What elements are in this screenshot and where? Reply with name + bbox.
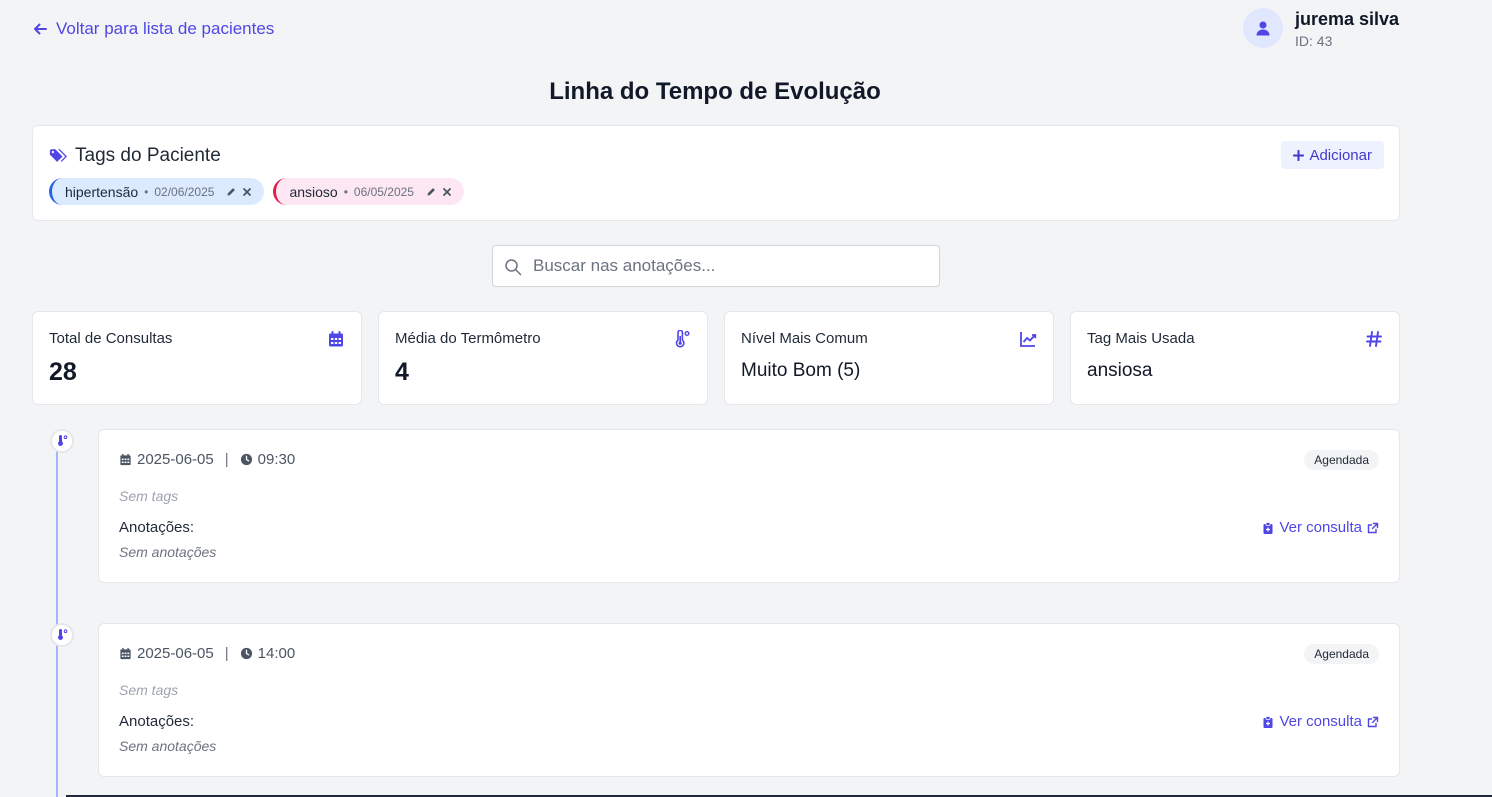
- stat-card-nivel-mais-comum: Nível Mais Comum Muito Bom (5): [724, 311, 1054, 405]
- patient-tags-card: Tags do Paciente Adicionar hipertensão •…: [32, 125, 1400, 221]
- page-title: Linha do Tempo de Evolução: [549, 78, 881, 105]
- entry-date: 2025-06-05: [137, 645, 214, 662]
- entry-datetime: 2025-06-05 | 09:30: [119, 451, 295, 468]
- notes-value: Sem anotações: [119, 544, 217, 560]
- chart-line-icon: [1020, 332, 1037, 347]
- clock-icon: [240, 647, 252, 660]
- arrow-left-icon: [34, 23, 47, 35]
- tags-card-header: Tags do Paciente: [49, 145, 221, 167]
- back-link-label: Voltar para lista de pacientes: [56, 19, 275, 38]
- stat-value: Muito Bom (5): [741, 360, 861, 381]
- remove-tag-button[interactable]: [442, 187, 452, 197]
- tag-date: 02/06/2025: [154, 184, 215, 199]
- thermometer-icon: [58, 435, 68, 446]
- tag-chip-hipertensao: hipertensão • 02/06/2025: [49, 178, 265, 205]
- timeline-marker: [50, 429, 74, 453]
- edit-tag-button[interactable]: [226, 187, 236, 197]
- datetime-separator: |: [224, 645, 229, 662]
- stat-value: 4: [395, 358, 409, 386]
- status-badge: Agendada: [1304, 644, 1379, 664]
- remove-tag-button[interactable]: [242, 187, 252, 197]
- tags-card-title: Tags do Paciente: [75, 145, 221, 166]
- patient-header: jurema silva ID: 43: [1243, 8, 1399, 49]
- tag-name: ansioso: [289, 183, 338, 200]
- patient-name: jurema silva: [1295, 9, 1400, 29]
- stat-label: Total de Consultas: [49, 330, 173, 347]
- external-link-icon: [1367, 522, 1379, 533]
- notes-label: Anotações:: [119, 519, 195, 536]
- view-consultation-label: Ver consulta: [1279, 713, 1362, 730]
- datetime-separator: |: [224, 451, 229, 468]
- tags-icon: [49, 149, 67, 162]
- patient-id: ID: 43: [1295, 33, 1333, 49]
- stat-value: 28: [49, 358, 77, 386]
- stat-card-media-termometro: Média do Termômetro 4: [378, 311, 708, 405]
- stat-label: Tag Mais Usada: [1087, 330, 1195, 347]
- clipboard-icon: [1263, 715, 1273, 728]
- entry-tags-empty: Sem tags: [119, 488, 179, 504]
- hashtag-icon: [1366, 331, 1382, 347]
- notes-label: Anotações:: [119, 713, 195, 730]
- user-icon: [1256, 21, 1270, 36]
- entry-time: 09:30: [257, 451, 296, 468]
- stat-card-total-consultas: Total de Consultas 28: [32, 311, 362, 405]
- add-tag-button[interactable]: Adicionar: [1281, 141, 1384, 169]
- stat-label: Média do Termômetro: [395, 330, 541, 347]
- close-icon: [243, 187, 252, 196]
- status-badge: Agendada: [1304, 450, 1379, 470]
- view-consultation-label: Ver consulta: [1279, 519, 1362, 536]
- view-consultation-link[interactable]: Ver consulta: [1262, 519, 1379, 536]
- close-icon: [443, 187, 451, 196]
- entry-datetime: 2025-06-05 | 14:00: [119, 645, 295, 662]
- search-icon: [505, 259, 522, 276]
- calendar-icon: [120, 647, 131, 660]
- calendar-icon: [120, 453, 131, 466]
- tag-separator: •: [144, 184, 149, 199]
- stat-label: Nível Mais Comum: [741, 330, 868, 347]
- tag-date: 06/05/2025: [353, 184, 414, 199]
- entry-date: 2025-06-05: [137, 451, 214, 468]
- search-input[interactable]: [533, 246, 933, 286]
- entry-time: 14:00: [257, 645, 296, 662]
- plus-icon: [1293, 149, 1305, 161]
- calendar-icon: [329, 331, 343, 347]
- tag-separator: •: [343, 184, 348, 199]
- stat-value: ansiosa: [1087, 360, 1153, 381]
- edit-tag-button[interactable]: [426, 187, 436, 197]
- back-to-patients-link[interactable]: Voltar para lista de pacientes: [32, 19, 274, 39]
- timeline-entry: 2025-06-05 | 14:00 Agendada Sem tags Ano…: [98, 623, 1400, 777]
- add-tag-label: Adicionar: [1309, 146, 1372, 164]
- pencil-icon: [227, 187, 236, 195]
- clipboard-icon: [1263, 521, 1273, 534]
- notes-value: Sem anotações: [119, 738, 217, 754]
- entry-tags-empty: Sem tags: [119, 682, 179, 698]
- clock-icon: [240, 453, 252, 466]
- stat-card-tag-mais-usada: Tag Mais Usada ansiosa: [1070, 311, 1400, 405]
- timeline-entry: 2025-06-05 | 09:30 Agendada Sem tags Ano…: [98, 429, 1400, 583]
- search-box: [492, 245, 940, 287]
- thermometer-icon: [58, 629, 68, 640]
- view-consultation-link[interactable]: Ver consulta: [1262, 713, 1379, 730]
- tag-name: hipertensão: [65, 183, 139, 200]
- timeline-marker: [50, 623, 74, 647]
- timeline-line: [56, 440, 58, 797]
- pencil-icon: [427, 187, 435, 195]
- thermometer-icon: [675, 330, 690, 348]
- tag-list: hipertensão • 02/06/2025 ansioso • 06/05…: [49, 178, 464, 205]
- tag-chip-ansioso: ansioso • 06/05/2025: [273, 178, 464, 205]
- external-link-icon: [1367, 716, 1379, 727]
- avatar: [1243, 8, 1283, 48]
